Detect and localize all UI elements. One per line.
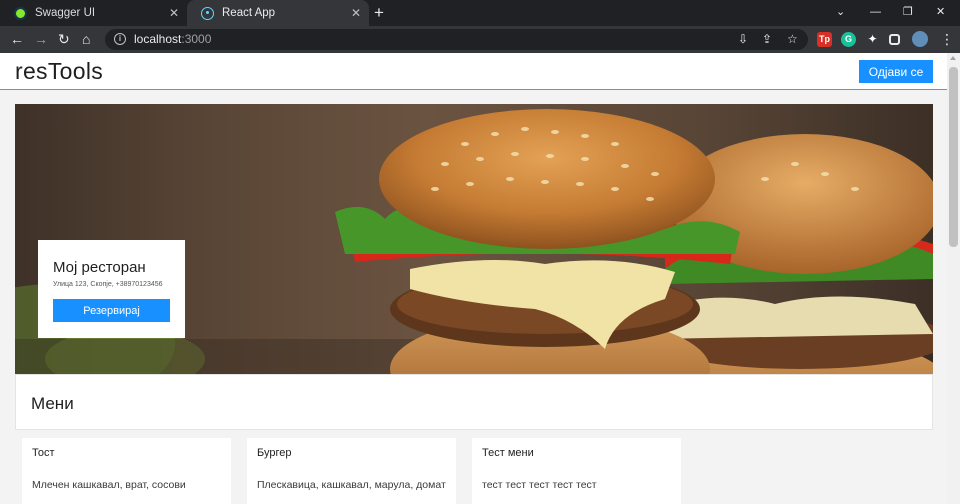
react-favicon-icon bbox=[201, 6, 214, 20]
bookmark-star-icon[interactable]: ☆ bbox=[787, 32, 798, 47]
menu-item-name: Тест мени bbox=[482, 447, 534, 459]
address-bar[interactable]: i localhost:3000 ⇩ ⇪ ☆ bbox=[105, 29, 808, 50]
tab-title: React App bbox=[222, 7, 276, 19]
restaurant-address: Улица 123, Скопје, +38970123456 bbox=[53, 281, 163, 288]
menu-section-header: Мени bbox=[15, 374, 933, 430]
tab-swagger-ui[interactable]: Swagger UI ✕ bbox=[0, 0, 187, 26]
swagger-favicon-icon bbox=[14, 6, 27, 20]
restore-icon[interactable]: ❐ bbox=[903, 4, 913, 20]
grammarly-extension-icon[interactable]: G bbox=[841, 32, 856, 47]
info-icon[interactable]: i bbox=[114, 33, 126, 45]
browser-toolbar: ← → ↻ ⌂ i localhost:3000 ⇩ ⇪ ☆ Tp G ✦ ⋮ bbox=[0, 26, 960, 53]
share-icon[interactable]: ⇪ bbox=[762, 32, 772, 47]
browser-tab-bar: Swagger UI ✕ React App ✕ + ⌄ — ❐ ✕ bbox=[0, 0, 960, 26]
tab-title: Swagger UI bbox=[35, 7, 96, 19]
menu-item-card[interactable]: Бургер Плескавица, кашкавал, марула, дом… bbox=[247, 438, 456, 504]
page-viewport: resTools Одјави се Мој ресторан Улица 12… bbox=[0, 53, 947, 504]
logout-button[interactable]: Одјави се bbox=[859, 60, 933, 83]
close-tab-icon[interactable]: ✕ bbox=[169, 6, 179, 20]
reload-icon[interactable]: ↻ bbox=[58, 30, 70, 48]
extensions-icon[interactable]: ✦ bbox=[865, 32, 880, 47]
menu-item-description: Млечен кашкавал, врат, сосови bbox=[32, 479, 186, 491]
menu-title: Мени bbox=[31, 394, 74, 413]
restaurant-name: Мој ресторан bbox=[53, 259, 146, 276]
back-icon[interactable]: ← bbox=[10, 30, 24, 48]
tab-react-app[interactable]: React App ✕ bbox=[187, 0, 369, 26]
translate-extension-icon[interactable]: Tp bbox=[817, 32, 832, 47]
minimize-icon[interactable]: — bbox=[870, 4, 881, 20]
new-tab-icon[interactable]: + bbox=[374, 3, 384, 23]
menu-item-card[interactable]: Тест мени тест тест тест тест тест bbox=[472, 438, 681, 504]
reserve-button[interactable]: Резервирај bbox=[53, 299, 170, 322]
menu-item-name: Тост bbox=[32, 447, 55, 459]
close-tab-icon[interactable]: ✕ bbox=[351, 6, 361, 20]
app-logo[interactable]: resTools bbox=[15, 58, 103, 85]
menu-item-description: Плескавица, кашкавал, марула, домат bbox=[257, 479, 446, 491]
forward-icon[interactable]: → bbox=[34, 30, 48, 48]
url-text[interactable]: localhost:3000 bbox=[134, 32, 211, 47]
sidepanel-icon[interactable] bbox=[889, 34, 900, 45]
restaurant-info-card: Мој ресторан Улица 123, Скопје, +3897012… bbox=[38, 240, 185, 338]
tab-search-chevron-icon[interactable]: ⌄ bbox=[836, 4, 845, 20]
menu-kebab-icon[interactable]: ⋮ bbox=[940, 30, 954, 48]
page-scrollbar[interactable] bbox=[947, 53, 960, 504]
profile-avatar[interactable] bbox=[912, 31, 928, 47]
menu-item-description: тест тест тест тест тест bbox=[482, 479, 597, 491]
scrollbar-thumb[interactable] bbox=[949, 67, 958, 247]
install-icon[interactable]: ⇩ bbox=[738, 32, 748, 47]
close-window-icon[interactable]: ✕ bbox=[936, 4, 945, 20]
menu-item-card[interactable]: Тост Млечен кашкавал, врат, сосови bbox=[22, 438, 231, 504]
menu-item-name: Бургер bbox=[257, 447, 292, 459]
app-header: resTools Одјави се bbox=[0, 53, 947, 90]
home-icon[interactable]: ⌂ bbox=[82, 30, 90, 48]
restaurant-hero-image: Мој ресторан Улица 123, Скопје, +3897012… bbox=[15, 104, 933, 374]
scroll-up-icon[interactable] bbox=[950, 56, 956, 60]
